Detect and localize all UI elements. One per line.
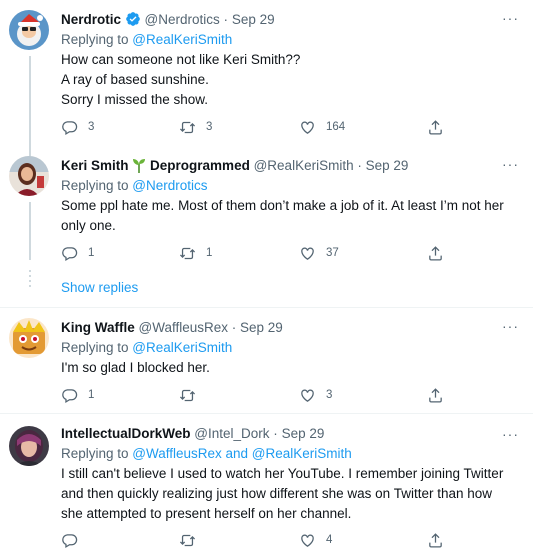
tweet-text: Some ppl hate me. Most of them don’t mak…	[61, 196, 523, 236]
share-button[interactable]	[427, 243, 444, 263]
more-options-icon[interactable]: ···	[502, 156, 519, 172]
replying-to-link[interactable]: @Nerdrotics	[132, 178, 207, 193]
tweet-line: only one.	[61, 218, 116, 233]
tweet-line: A ray of based sunshine.	[61, 72, 209, 87]
separator-dot: ·	[273, 426, 278, 441]
show-replies-link[interactable]: Show replies	[61, 280, 138, 295]
separator-dot: ·	[231, 320, 237, 335]
separator-dot: ·	[223, 12, 229, 27]
author-name[interactable]: Keri Smith	[61, 158, 129, 173]
retweet-button[interactable]	[179, 385, 206, 405]
tweet-line: How can someone not like Keri Smith??	[61, 52, 301, 67]
author-name-suffix[interactable]: Deprogrammed	[150, 158, 250, 173]
replying-to-prefix: Replying to	[61, 446, 133, 461]
share-button[interactable]	[427, 385, 444, 405]
heart-icon	[301, 247, 314, 260]
reply-count: 1	[88, 389, 95, 401]
more-options-icon[interactable]: ···	[502, 426, 519, 442]
tweet-line: and then quickly realizing just how diff…	[61, 486, 492, 501]
like-button[interactable]: 164	[299, 117, 345, 137]
share-icon	[429, 245, 442, 261]
tweet-text: I'm so glad I blocked her.	[61, 358, 523, 378]
like-count: 37	[326, 247, 339, 259]
share-icon	[429, 119, 442, 135]
author-name[interactable]: King Waffle	[61, 320, 135, 335]
author-handle[interactable]: @RealKeriSmith	[254, 158, 354, 173]
tweet-date[interactable]: Sep 29	[240, 320, 283, 335]
reply-count: 1	[88, 247, 95, 259]
replying-to: Replying to @WaffleusRex and @RealKeriSm…	[61, 444, 523, 464]
more-options-icon[interactable]: ···	[502, 318, 519, 334]
reply-button[interactable]: 1	[61, 385, 94, 405]
share-button[interactable]	[427, 530, 444, 550]
replying-to: Replying to @RealKeriSmith	[61, 30, 523, 50]
reply-icon	[62, 533, 78, 548]
replying-to-link[interactable]: @WaffleusRex and @RealKeriSmith	[132, 446, 352, 461]
replying-to-prefix: Replying to	[61, 178, 133, 193]
avatar[interactable]	[9, 426, 49, 466]
reply-button[interactable]: 1	[61, 243, 94, 263]
tweet-intellectualdorkweb[interactable]: IntellectualDorkWeb @Intel_Dork · Sep 29…	[0, 414, 533, 560]
reply-count: 3	[88, 121, 95, 133]
share-icon	[429, 387, 442, 403]
retweet-button[interactable]: 3	[179, 117, 212, 137]
share-button[interactable]	[427, 117, 444, 137]
tweet-text: How can someone not like Keri Smith?? A …	[61, 50, 523, 110]
avatar[interactable]	[9, 10, 49, 50]
reply-button[interactable]	[61, 530, 88, 550]
retweet-icon	[179, 121, 196, 133]
author-handle[interactable]: @WaffleusRex	[139, 320, 228, 335]
replying-to: Replying to @Nerdrotics	[61, 176, 523, 196]
replying-to: Replying to @RealKeriSmith	[61, 338, 523, 358]
tweet-text: I still can't believe I used to watch he…	[61, 464, 523, 524]
heart-icon	[301, 534, 314, 547]
like-count: 3	[326, 389, 333, 401]
retweet-icon	[179, 534, 196, 546]
tweet-date[interactable]: Sep 29	[366, 158, 409, 173]
tweet-line: I'm so glad I blocked her.	[61, 360, 210, 375]
retweet-count: 3	[206, 121, 213, 133]
replying-to-prefix: Replying to	[61, 340, 133, 355]
reply-button[interactable]: 3	[61, 117, 94, 137]
tweet-nerdrotic[interactable]: Nerdrotic @Nerdrotics · Sep 29 Replying …	[0, 0, 533, 160]
like-button[interactable]: 4	[299, 530, 332, 550]
tweet-king-waffle[interactable]: King Waffle @WaffleusRex · Sep 29 Replyi…	[0, 308, 533, 412]
like-button[interactable]: 37	[299, 243, 339, 263]
reply-icon	[62, 246, 78, 261]
tweet-date[interactable]: Sep 29	[282, 426, 325, 441]
share-icon	[429, 532, 442, 548]
retweet-icon	[179, 389, 196, 401]
avatar[interactable]	[9, 156, 49, 196]
more-options-icon[interactable]: ···	[502, 10, 519, 26]
tweet-line: Sorry I missed the show.	[61, 92, 209, 107]
tweet-line: Some ppl hate me. Most of them don’t mak…	[61, 198, 504, 213]
retweet-count: 1	[206, 247, 213, 259]
like-button[interactable]: 3	[299, 385, 332, 405]
thread-dots	[29, 270, 31, 290]
author-name[interactable]: Nerdrotic	[61, 12, 121, 27]
tweet-keri-smith[interactable]: Keri Smith Deprogrammed @RealKeriSmith ·…	[0, 150, 533, 263]
heart-icon	[301, 389, 314, 402]
replying-to-link[interactable]: @RealKeriSmith	[132, 340, 232, 355]
tweet-date[interactable]: Sep 29	[232, 12, 275, 27]
tweet-line: I still can't believe I used to watch he…	[61, 466, 504, 481]
heart-icon	[301, 121, 314, 134]
author-name[interactable]: IntellectualDorkWeb	[61, 426, 191, 441]
author-handle[interactable]: @Nerdrotics	[145, 12, 220, 27]
separator-dot: ·	[357, 158, 362, 173]
reply-icon	[62, 120, 78, 135]
tweet-line: she attempted to present herself on her …	[61, 506, 352, 521]
avatar[interactable]	[9, 318, 49, 358]
replying-to-prefix: Replying to	[61, 32, 133, 47]
retweet-icon	[179, 247, 196, 259]
retweet-button[interactable]: 1	[179, 243, 212, 263]
retweet-button[interactable]	[179, 530, 206, 550]
replying-to-link[interactable]: @RealKeriSmith	[132, 32, 232, 47]
author-handle[interactable]: @Intel_Dork	[194, 426, 269, 441]
reply-icon	[62, 388, 78, 403]
like-count: 164	[326, 121, 346, 133]
like-count: 4	[326, 534, 333, 546]
